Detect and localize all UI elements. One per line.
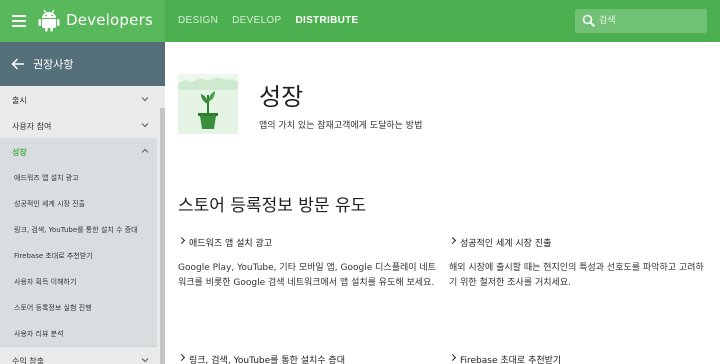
card-title-link[interactable]: 링크, 검색, YouTube를 통한 설치수 증대 xyxy=(178,353,436,364)
card-title-link[interactable]: Firebase 초대로 추천받기 xyxy=(449,353,707,364)
chevron-up-icon xyxy=(141,148,149,153)
card-title-link[interactable]: 애드워즈 앱 설치 광고 xyxy=(178,236,436,249)
chevron-down-icon xyxy=(141,97,149,102)
content-card: 링크, 검색, YouTube를 통한 설치수 증대 xyxy=(178,353,436,364)
sidebar-list: 출시 사용자 참여 성장 애드워즈 앱 설치 광고 성공적인 세계 시장 진출 … xyxy=(0,86,157,364)
top-nav: DESIGN DEVELOP DISTRIBUTE xyxy=(178,15,358,26)
sidebar-item-label: 사용자 참여 xyxy=(12,122,52,131)
page-subtitle: 앱의 가치 있는 잠재고객에게 도달하는 방법 xyxy=(259,121,423,131)
search-box[interactable] xyxy=(575,9,707,33)
card-description: Google Play, YouTube, 기타 모바일 앱, Google 디… xyxy=(178,263,436,288)
sidebar-sublist: 애드워즈 앱 설치 광고 성공적인 세계 시장 진출 링크, 검색, YouTu… xyxy=(0,164,157,346)
sidebar-subitem-label: 스토어 등록정보 실험 진행 xyxy=(14,304,92,312)
sidebar-subitem-label: 링크, 검색, YouTube를 통한 설치 수 증대 xyxy=(14,226,138,234)
sidebar-subitem-label: Firebase 초대로 추천받기 xyxy=(14,252,93,260)
sidebar-item-label: 성장 xyxy=(12,148,27,157)
content-card: 성공적인 세계 시장 진출 해외 시장에 출시할 때는 현지인의 특성과 선호도… xyxy=(449,236,707,291)
sidebar-item-launch[interactable]: 출시 xyxy=(0,86,157,112)
card-description: 해외 시장에 출시할 때는 현지인의 특성과 선호도를 파악하고 고려하기 위한… xyxy=(449,263,704,288)
sidebar-subitem-label: 사용자 리뷰 분석 xyxy=(14,330,64,338)
content-card: Firebase 초대로 추천받기 xyxy=(449,353,707,364)
nav-develop[interactable]: DEVELOP xyxy=(232,15,281,26)
chevron-down-icon xyxy=(141,123,149,128)
sidebar-item-engage[interactable]: 사용자 참여 xyxy=(0,112,157,138)
sidebar-header: 권장사항 xyxy=(0,42,165,86)
nav-design[interactable]: DESIGN xyxy=(178,15,218,26)
menu-icon[interactable] xyxy=(12,15,26,27)
chevron-down-icon xyxy=(141,358,149,363)
sidebar-subitem[interactable]: 사용자 리뷰 분석 xyxy=(0,320,157,346)
back-arrow-icon[interactable] xyxy=(11,57,25,71)
sidebar-subitem[interactable]: 성공적인 세계 시장 진출 xyxy=(0,190,157,216)
sidebar-item-earn[interactable]: 수익 창출 xyxy=(0,347,157,364)
sidebar-subitem-label: 성공적인 세계 시장 진출 xyxy=(14,200,86,208)
plant-sprout-icon xyxy=(178,74,238,134)
brand-title[interactable]: Developers xyxy=(66,11,153,29)
brand-area: Developers xyxy=(0,0,165,42)
page-title: 성장 xyxy=(259,83,304,111)
section-title: 스토어 등록정보 방문 유도 xyxy=(178,196,367,216)
nav-distribute[interactable]: DISTRIBUTE xyxy=(295,15,358,26)
main-content: 성장 앱의 가치 있는 잠재고객에게 도달하는 방법 스토어 등록정보 방문 유… xyxy=(165,42,720,364)
sidebar-subitem[interactable]: Firebase 초대로 추천받기 xyxy=(0,242,157,268)
sidebar-item-label: 출시 xyxy=(12,96,27,105)
sidebar: 권장사항 출시 사용자 참여 성장 애드워즈 앱 설치 광고 성공적인 세계 시… xyxy=(0,42,165,364)
search-icon xyxy=(582,14,596,28)
top-app-bar: Developers DESIGN DEVELOP DISTRIBUTE xyxy=(0,0,720,42)
sidebar-item-grow[interactable]: 성장 xyxy=(0,138,157,164)
sidebar-subitem-label: 사용자 획득 이해하기 xyxy=(14,278,77,286)
sidebar-subitem-label: 애드워즈 앱 설치 광고 xyxy=(14,174,79,182)
sidebar-title[interactable]: 권장사항 xyxy=(33,56,73,72)
sidebar-subitem[interactable]: 스토어 등록정보 실험 진행 xyxy=(0,294,157,320)
content-card: 애드워즈 앱 설치 광고 Google Play, YouTube, 기타 모바… xyxy=(178,236,436,291)
android-logo-icon[interactable] xyxy=(38,8,60,32)
sidebar-subitem[interactable]: 애드워즈 앱 설치 광고 xyxy=(0,164,157,190)
sidebar-subitem[interactable]: 링크, 검색, YouTube를 통한 설치 수 증대 xyxy=(0,216,157,242)
card-title-link[interactable]: 성공적인 세계 시장 진출 xyxy=(449,236,707,249)
sidebar-subitem[interactable]: 사용자 획득 이해하기 xyxy=(0,268,157,294)
search-input[interactable] xyxy=(599,13,699,29)
sidebar-item-label: 수익 창출 xyxy=(12,357,44,364)
